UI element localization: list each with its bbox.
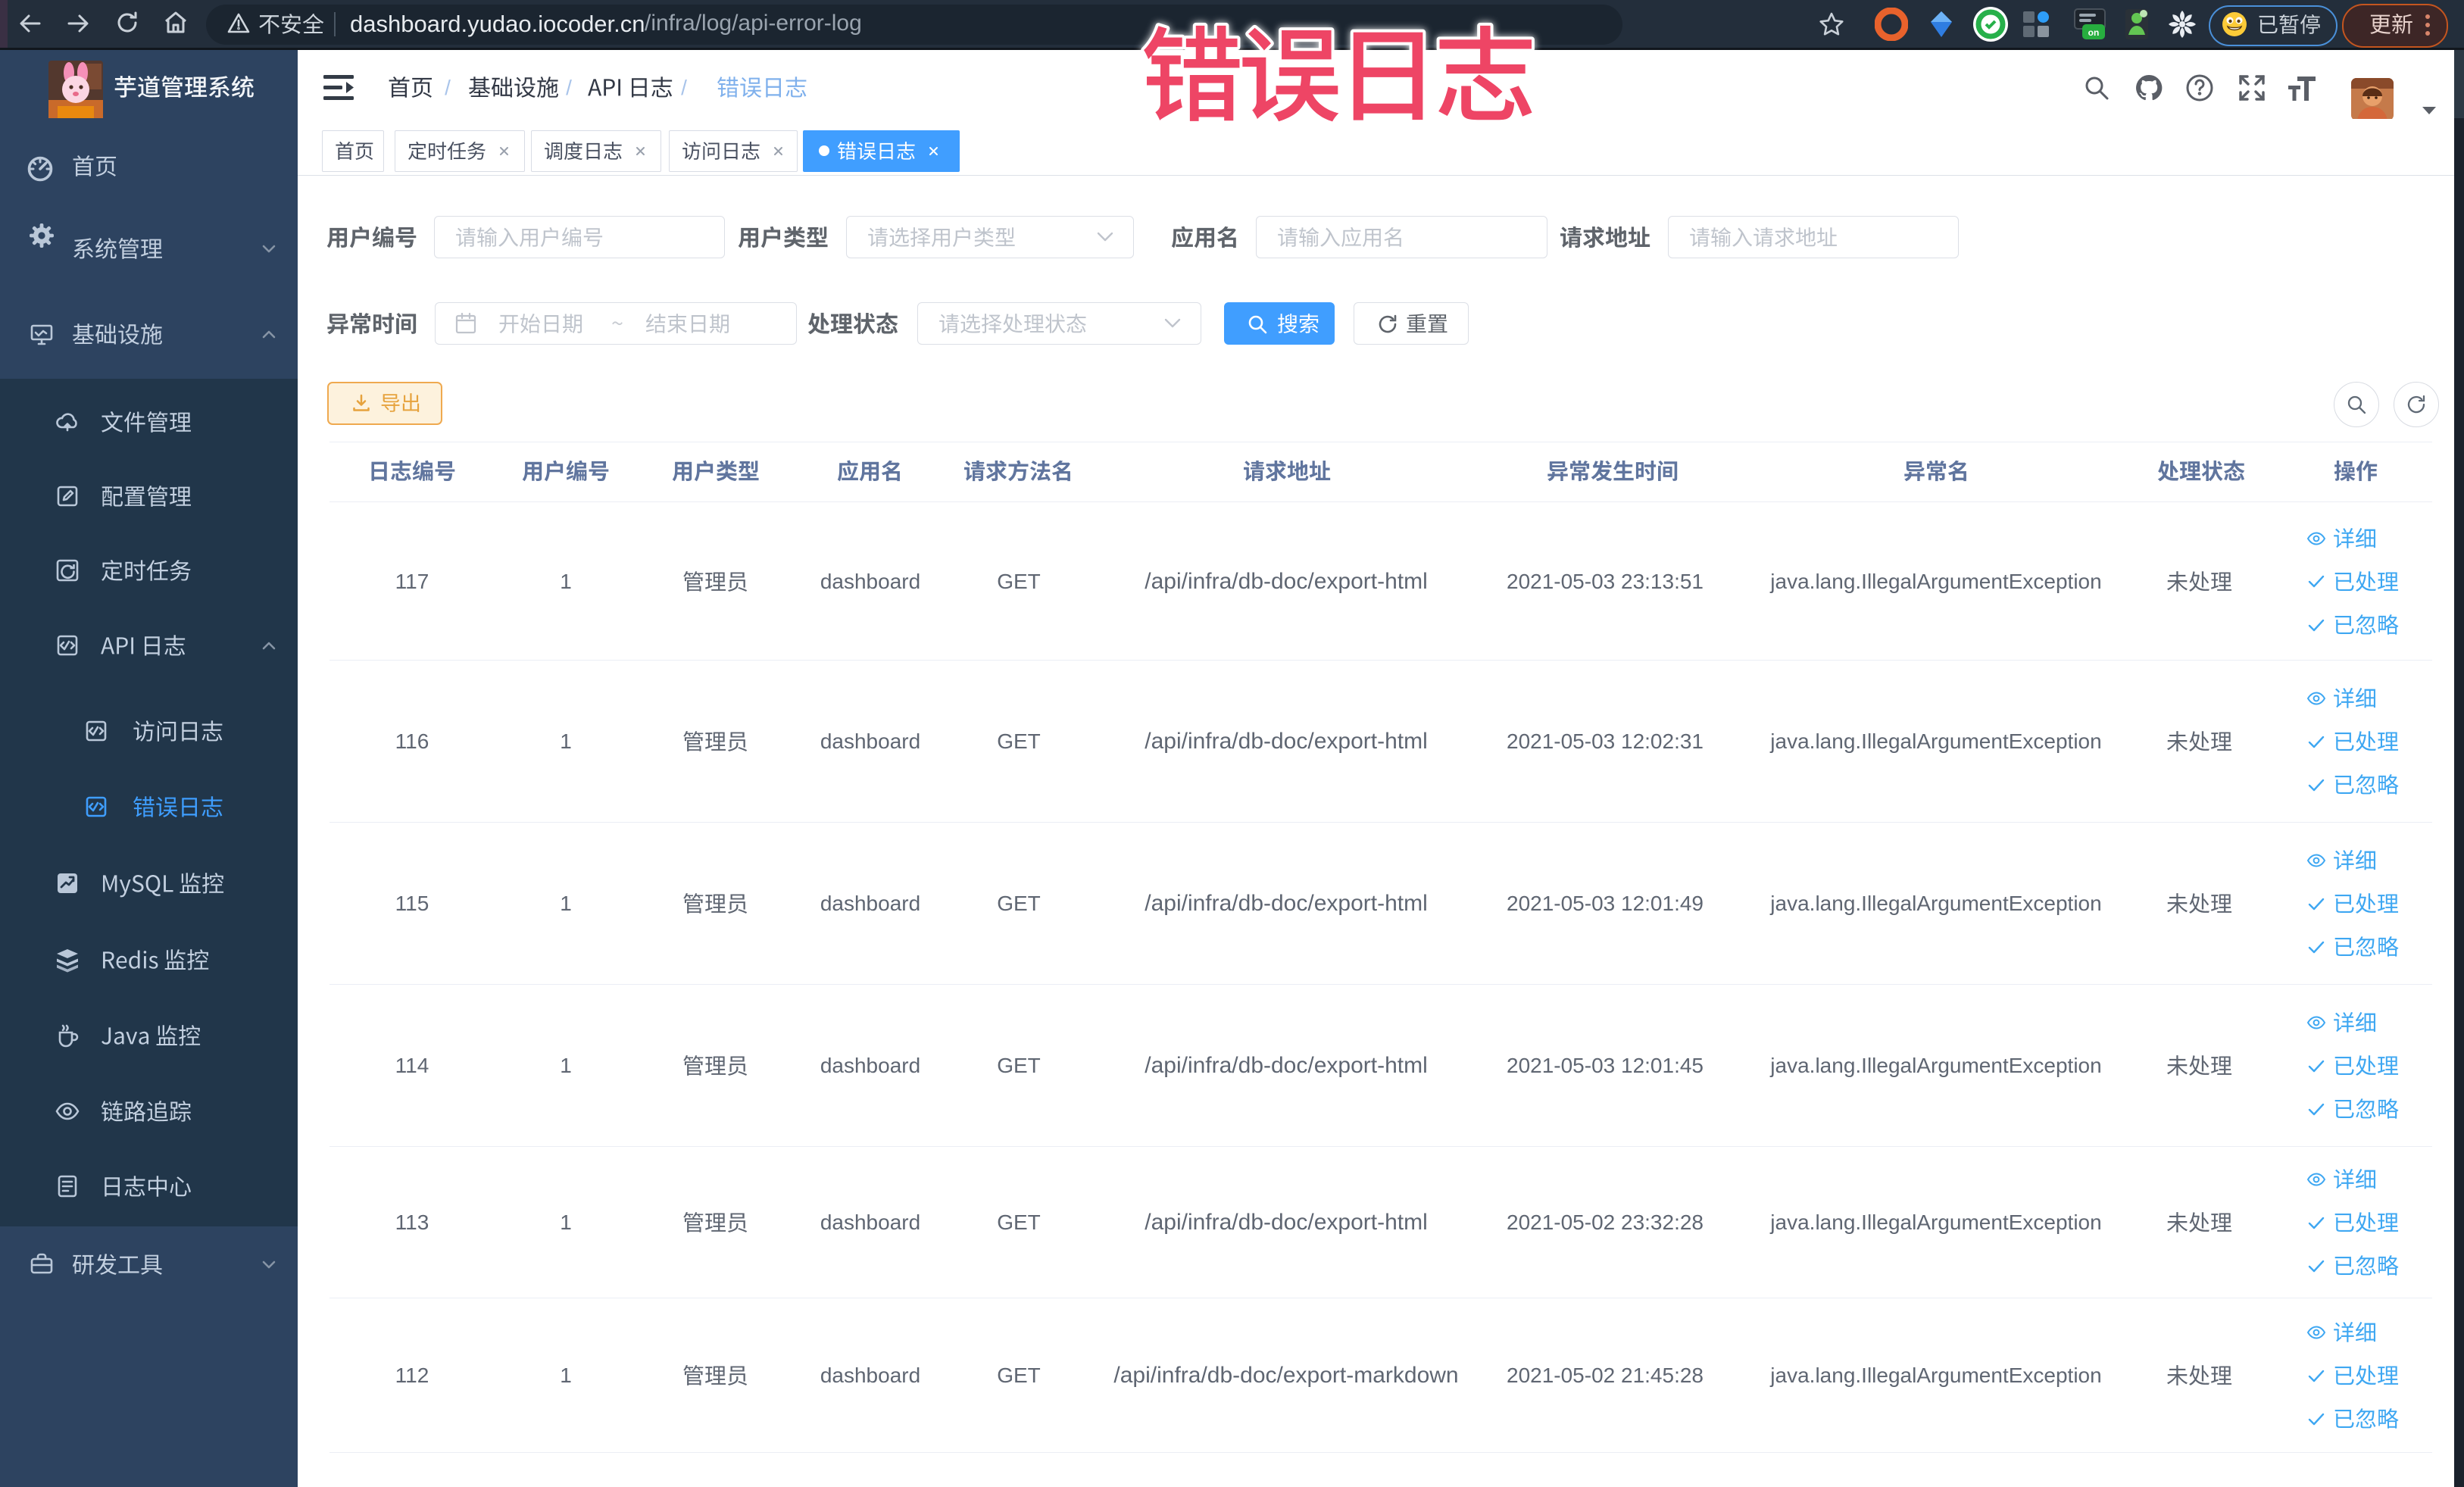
- svg-text:on: on: [2088, 27, 2100, 38]
